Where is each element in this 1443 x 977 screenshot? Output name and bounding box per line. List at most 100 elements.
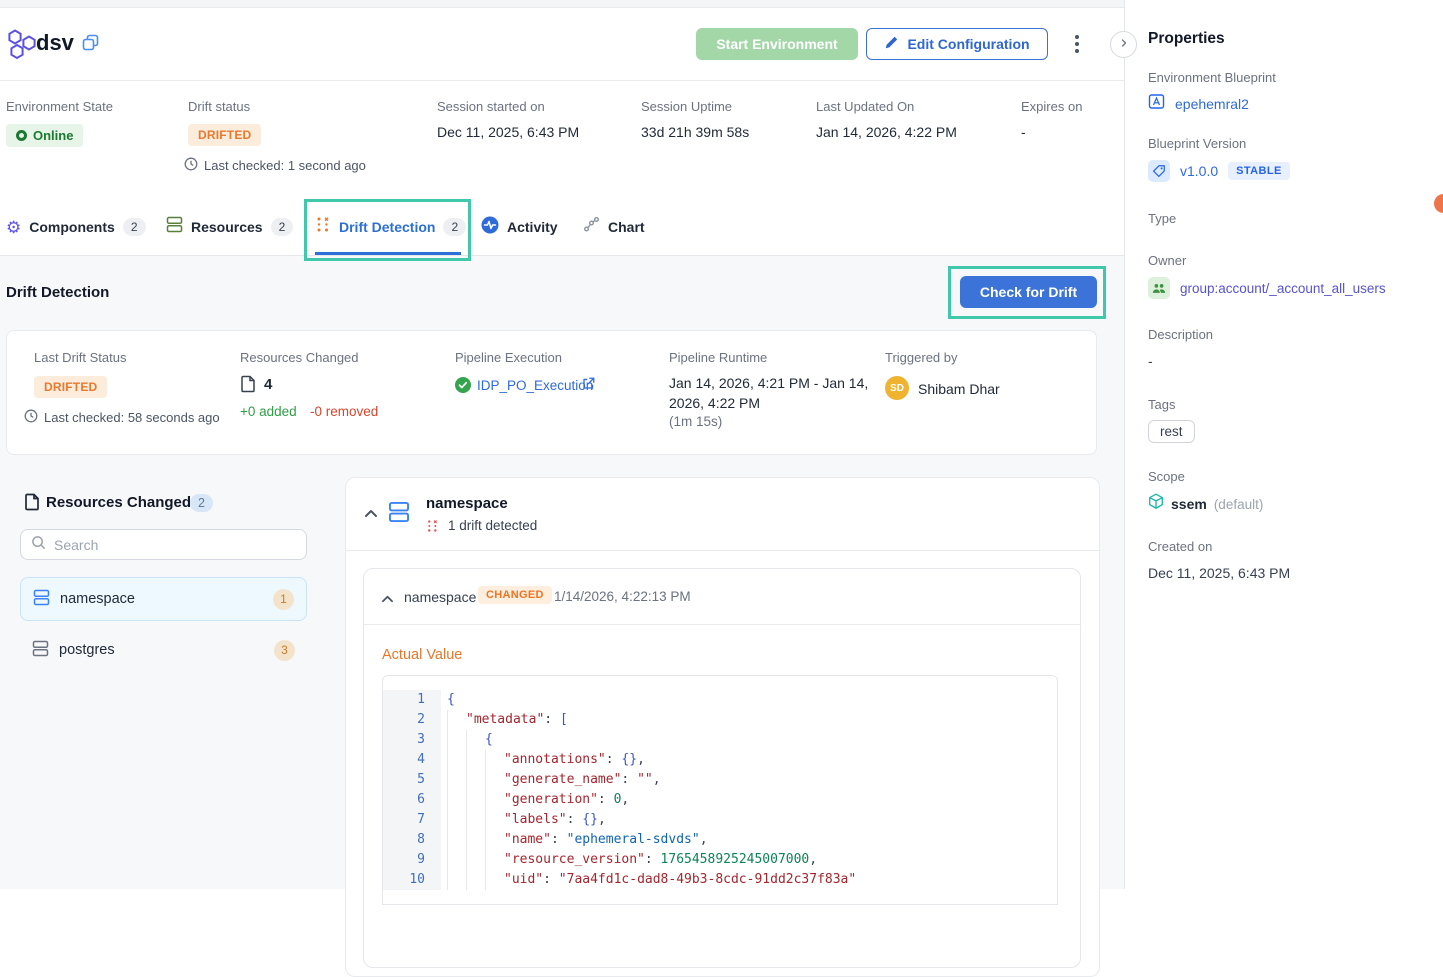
summary-label-resources-changed: Resources Changed: [240, 350, 359, 365]
prop-label-blueprint-version: Blueprint Version: [1148, 136, 1246, 151]
blueprint-version-link[interactable]: v1.0.0: [1180, 163, 1218, 179]
resource-item-label: namespace: [60, 591, 135, 607]
server-stack-icon: [33, 589, 50, 610]
status-value-expires-on: -: [1021, 124, 1026, 140]
drift-detection-heading: Drift Detection: [6, 284, 109, 301]
status-label-drift-status: Drift status: [188, 99, 250, 114]
tab-chart[interactable]: Chart: [583, 210, 645, 244]
document-icon: [24, 493, 40, 516]
search-box: [20, 529, 307, 560]
prop-label-description: Description: [1148, 327, 1213, 342]
drift-last-checked-note: Last checked: 1 second ago: [184, 157, 366, 174]
start-environment-button[interactable]: Start Environment: [696, 28, 858, 60]
summary-badge-drifted: DRIFTED: [34, 376, 107, 398]
server-stack-icon: [32, 640, 49, 661]
external-link-icon[interactable]: [582, 377, 595, 395]
clock-icon: [24, 409, 38, 426]
tag-icon: [1148, 160, 1170, 182]
prop-label-created-on: Created on: [1148, 539, 1212, 554]
summary-runtime-line2: 2026, 4:22 PM: [669, 395, 760, 411]
code-line: 9"resource_version": 1765458925245007000…: [383, 850, 1057, 870]
tab-components[interactable]: ⚙ Components 2: [6, 210, 146, 244]
code-block[interactable]: 1{2"metadata": [3{4"annotations": {},5"g…: [382, 675, 1058, 905]
code-line: 8"name": "ephemeral-sdvds",: [383, 830, 1057, 850]
chevron-up-icon[interactable]: [381, 591, 394, 609]
tab-activity[interactable]: Activity: [481, 210, 558, 244]
detail-divider: [345, 550, 1100, 551]
prop-value-description: -: [1148, 353, 1153, 369]
prop-label-owner: Owner: [1148, 253, 1186, 268]
gear-icon: ⚙: [6, 219, 21, 236]
chevron-up-icon[interactable]: [364, 506, 378, 524]
resource-item-count: 3: [274, 640, 295, 661]
status-label-expires-on: Expires on: [1021, 99, 1082, 114]
prop-label-scope: Scope: [1148, 469, 1185, 484]
status-value-last-updated: Jan 14, 2026, 4:22 PM: [816, 124, 957, 140]
status-label-session-uptime: Session Uptime: [641, 99, 732, 114]
copy-icon[interactable]: [82, 34, 99, 56]
summary-removed: -0 removed: [310, 404, 378, 419]
environment-blueprint-link[interactable]: epehemral2: [1175, 96, 1249, 112]
code-line: 2"metadata": [: [383, 710, 1057, 730]
prop-label-tags: Tags: [1148, 397, 1175, 412]
collapse-panel-button[interactable]: [1110, 31, 1137, 58]
actual-value-label: Actual Value: [382, 647, 462, 663]
check-circle-icon: [455, 377, 471, 398]
app-logo-hexagons-icon: [6, 29, 38, 65]
pencil-icon: [884, 35, 899, 53]
start-environment-label: Start Environment: [716, 36, 837, 52]
prop-row-owner: group:account/_account_all_users: [1148, 277, 1386, 299]
resources-panel-title: Resources Changed: [46, 494, 191, 511]
code-lines: 1{2"metadata": [3{4"annotations": {},5"g…: [383, 676, 1057, 890]
pipeline-execution-link[interactable]: IDP_PO_Execution: [477, 378, 593, 393]
edit-configuration-label: Edit Configuration: [907, 36, 1029, 52]
tab-components-count: 2: [123, 218, 146, 236]
blueprint-icon: [1148, 93, 1165, 115]
status-label-session-started: Session started on: [437, 99, 545, 114]
status-label-last-updated: Last Updated On: [816, 99, 914, 114]
prop-value-created-on: Dec 11, 2025, 6:43 PM: [1148, 565, 1290, 581]
properties-sidebar: [1124, 0, 1443, 889]
avatar: SD: [885, 376, 909, 400]
summary-label-pipeline-execution: Pipeline Execution: [455, 350, 562, 365]
group-icon: [1148, 277, 1170, 299]
scope-suffix: (default): [1214, 497, 1264, 512]
summary-runtime-line1: Jan 14, 2026, 4:21 PM - Jan 14,: [669, 375, 868, 391]
annotation-box-drift-tab: [304, 199, 471, 261]
resource-item-count: 1: [273, 589, 294, 610]
tag-chip: rest: [1148, 420, 1195, 443]
code-line: 4"annotations": {},: [383, 750, 1057, 770]
kebab-menu-button[interactable]: [1066, 28, 1088, 60]
summary-label-triggered-by: Triggered by: [885, 350, 958, 365]
properties-title: Properties: [1148, 30, 1225, 48]
resource-item-postgres[interactable]: postgres 3: [20, 628, 307, 672]
code-line: 10"uid": "7aa4fd1c-dad8-49b3-8cdc-91dd2c…: [383, 870, 1057, 890]
resource-item-namespace[interactable]: namespace 1: [20, 577, 307, 621]
edit-configuration-button[interactable]: Edit Configuration: [866, 28, 1048, 60]
online-ring-icon: [16, 130, 27, 141]
summary-resources-changed-count: 4: [264, 376, 272, 393]
scope-value: ssem: [1171, 496, 1207, 512]
resources-panel-count: 2: [190, 494, 213, 512]
page-title: dsv: [36, 30, 74, 56]
owner-link[interactable]: group:account/_account_all_users: [1180, 281, 1386, 296]
code-line: 5"generate_name": "",: [383, 770, 1057, 790]
header-divider: [0, 80, 1124, 81]
stable-badge: STABLE: [1228, 162, 1290, 180]
search-input[interactable]: [54, 537, 296, 553]
search-icon: [31, 535, 46, 555]
tab-resources[interactable]: Resources 2: [166, 210, 293, 244]
status-badge-drifted: DRIFTED: [188, 124, 261, 146]
clock-icon: [184, 157, 198, 174]
detail-resource-name: namespace: [426, 495, 508, 512]
summary-added: +0 added: [240, 404, 297, 419]
annotation-box-check-button: [948, 266, 1106, 319]
status-badge-online: Online: [6, 124, 83, 147]
status-label-environment-state: Environment State: [6, 99, 113, 114]
chevron-right-icon: [1118, 36, 1130, 54]
tab-resources-count: 2: [271, 218, 294, 236]
scatter-chart-icon: [583, 216, 600, 238]
summary-triggered-by-name: Shibam Dhar: [918, 381, 1000, 397]
server-stack-icon: [388, 501, 410, 528]
code-line: 6"generation": 0,: [383, 790, 1057, 810]
